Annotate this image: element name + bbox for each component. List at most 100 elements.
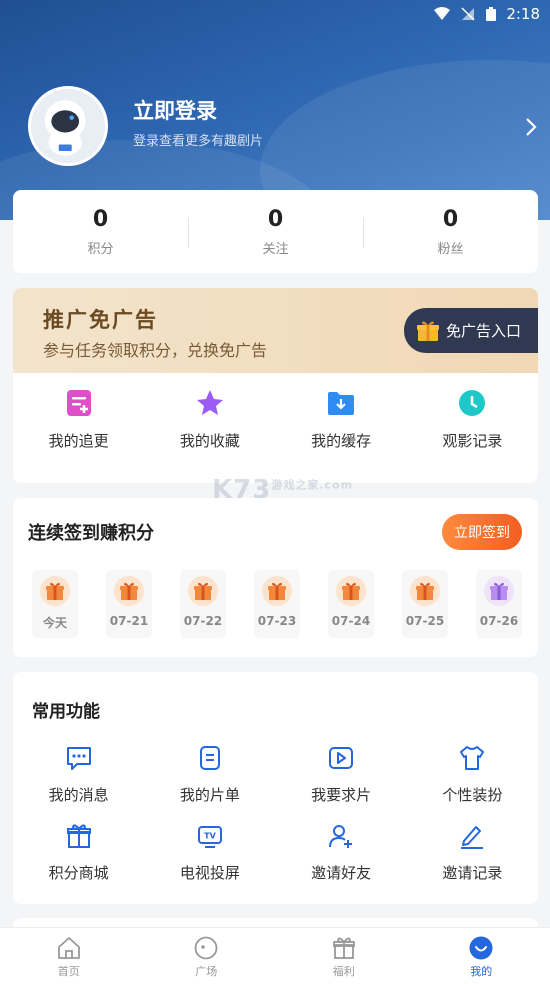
func-invite-records[interactable]: 邀请记录 xyxy=(407,822,538,883)
func-tv-cast[interactable]: TV 电视投屏 xyxy=(144,822,275,883)
stats-card: 0 积分 0 关注 0 粉丝 xyxy=(13,190,538,273)
signin-day: 07-25 xyxy=(402,570,448,638)
wifi-icon xyxy=(434,7,451,20)
watermark-text: K73 xyxy=(212,475,272,505)
func-dressup[interactable]: 个性装扮 xyxy=(407,744,538,805)
clock-icon xyxy=(459,390,486,416)
func-points-mall[interactable]: 积分商城 xyxy=(13,822,144,883)
signin-day: 07-21 xyxy=(106,570,152,638)
playlist-icon xyxy=(199,746,220,770)
astronaut-avatar-icon xyxy=(31,89,105,163)
quick-links-row: 我的追更 我的收藏 我的缓存 观影记录 xyxy=(13,388,538,451)
gift-icon xyxy=(484,576,514,606)
signin-title: 连续签到赚积分 xyxy=(28,523,154,544)
func-playlist[interactable]: 我的片单 xyxy=(144,744,275,805)
no-signal-icon xyxy=(461,7,475,21)
gift-icon xyxy=(262,576,292,606)
quick-link-history[interactable]: 观影记录 xyxy=(407,388,538,451)
edit-record-icon xyxy=(461,826,484,849)
star-icon xyxy=(196,390,223,415)
avatar[interactable] xyxy=(28,86,108,166)
watermark-small: 游戏之家 xyxy=(271,478,320,492)
quick-link-label: 我的收藏 xyxy=(179,432,240,450)
functions-title: 常用功能 xyxy=(32,702,100,722)
signin-days: 今天 07-21 07-22 07-23 07-24 07-25 07-26 xyxy=(32,570,522,638)
ad-free-entry-button[interactable]: 免广告入口 xyxy=(404,308,538,353)
signin-day: 07-22 xyxy=(180,570,226,638)
stat-value: 0 xyxy=(92,207,109,232)
func-label: 邀请好友 xyxy=(311,864,372,882)
tab-label: 首页 xyxy=(57,965,80,978)
quick-link-favorites[interactable]: 我的收藏 xyxy=(144,388,275,451)
gift-icon xyxy=(336,576,366,606)
ad-free-entry-label: 免广告入口 xyxy=(446,322,522,340)
gift-icon xyxy=(40,576,70,606)
signin-day-label: 07-23 xyxy=(257,614,297,628)
follow-updates-icon xyxy=(66,390,91,416)
promo-title: 推广免广告 xyxy=(43,308,158,332)
func-label: 我的消息 xyxy=(48,786,109,804)
func-label: 积分商城 xyxy=(48,864,109,882)
stat-value: 0 xyxy=(442,207,459,232)
profile-icon xyxy=(469,936,493,960)
stat-following[interactable]: 0 关注 xyxy=(188,206,363,257)
signin-day: 今天 xyxy=(32,570,78,638)
quick-link-label: 我的追更 xyxy=(48,432,109,450)
signin-card: 连续签到赚积分 立即签到 今天 07-21 07-22 07-23 07-24 07-25… xyxy=(13,498,538,657)
signin-day-label: 07-26 xyxy=(479,614,519,628)
tab-mine[interactable]: 我的 xyxy=(413,928,550,984)
quick-link-label: 我的缓存 xyxy=(311,432,372,450)
tab-label: 福利 xyxy=(332,965,355,978)
tab-home[interactable]: 首页 xyxy=(0,928,138,984)
func-request[interactable]: 我要求片 xyxy=(276,744,407,805)
func-label: 电视投屏 xyxy=(179,864,240,882)
add-user-icon xyxy=(329,825,353,848)
signin-day: 07-24 xyxy=(328,570,374,638)
tab-label: 广场 xyxy=(195,965,218,978)
signin-day: 07-26 xyxy=(476,570,522,638)
func-label: 邀请记录 xyxy=(442,864,503,882)
status-time: 2:18 xyxy=(506,5,540,23)
login-title[interactable]: 立即登录 xyxy=(133,95,217,125)
signin-day-label: 今天 xyxy=(42,616,67,630)
gift-shop-icon xyxy=(66,824,91,848)
square-icon xyxy=(194,936,218,960)
functions-row: 积分商城 TV 电视投屏 邀请好友 邀请记录 xyxy=(13,822,538,883)
quick-link-follow[interactable]: 我的追更 xyxy=(13,388,144,451)
quick-link-label: 观影记录 xyxy=(442,432,503,450)
gift-icon xyxy=(332,937,355,959)
promo-banner[interactable]: 推广免广告 参与任务领取积分，兑换免广告 免广告入口 xyxy=(13,288,538,373)
func-label: 我的片单 xyxy=(179,786,240,804)
status-bar: 2:18 xyxy=(434,4,540,24)
battery-icon xyxy=(486,7,497,21)
func-label: 个性装扮 xyxy=(442,786,503,804)
signin-day-label: 07-24 xyxy=(331,614,371,628)
stat-label: 积分 xyxy=(87,242,114,257)
functions-row: 我的消息 我的片单 我要求片 个性装扮 xyxy=(13,744,538,805)
gift-icon xyxy=(410,576,440,606)
stat-label: 粉丝 xyxy=(437,242,464,257)
home-icon xyxy=(57,937,80,959)
stat-label: 关注 xyxy=(262,242,289,257)
download-folder-icon xyxy=(328,392,355,415)
func-label: 我要求片 xyxy=(311,786,372,804)
signin-day-label: 07-22 xyxy=(183,614,223,628)
login-subtitle: 登录查看更多有趣剧片 xyxy=(133,134,264,149)
func-messages[interactable]: 我的消息 xyxy=(13,744,144,805)
bottom-tab-bar: 首页 广场 福利 我的 xyxy=(0,927,550,984)
request-video-icon xyxy=(329,747,354,769)
stat-fans[interactable]: 0 粉丝 xyxy=(363,206,538,257)
quick-link-cache[interactable]: 我的缓存 xyxy=(276,388,407,451)
promo-subtitle: 参与任务领取积分，兑换免广告 xyxy=(43,341,268,360)
svg-text:TV: TV xyxy=(204,832,216,841)
quick-links-card: 推广免广告 参与任务领取积分，兑换免广告 免广告入口 我的追更 我的收藏 我的缓… xyxy=(13,288,538,483)
func-invite-friends[interactable]: 邀请好友 xyxy=(276,822,407,883)
stat-points[interactable]: 0 积分 xyxy=(13,206,188,257)
tab-welfare[interactable]: 福利 xyxy=(275,928,413,984)
tab-square[interactable]: 广场 xyxy=(138,928,276,984)
chevron-right-icon[interactable] xyxy=(524,116,538,138)
profile-header: 2:18 立即登录 登录查看更多有趣剧片 xyxy=(0,0,550,220)
tv-cast-icon: TV xyxy=(197,826,222,848)
signin-button[interactable]: 立即签到 xyxy=(442,514,522,550)
gift-box-icon xyxy=(417,320,439,341)
